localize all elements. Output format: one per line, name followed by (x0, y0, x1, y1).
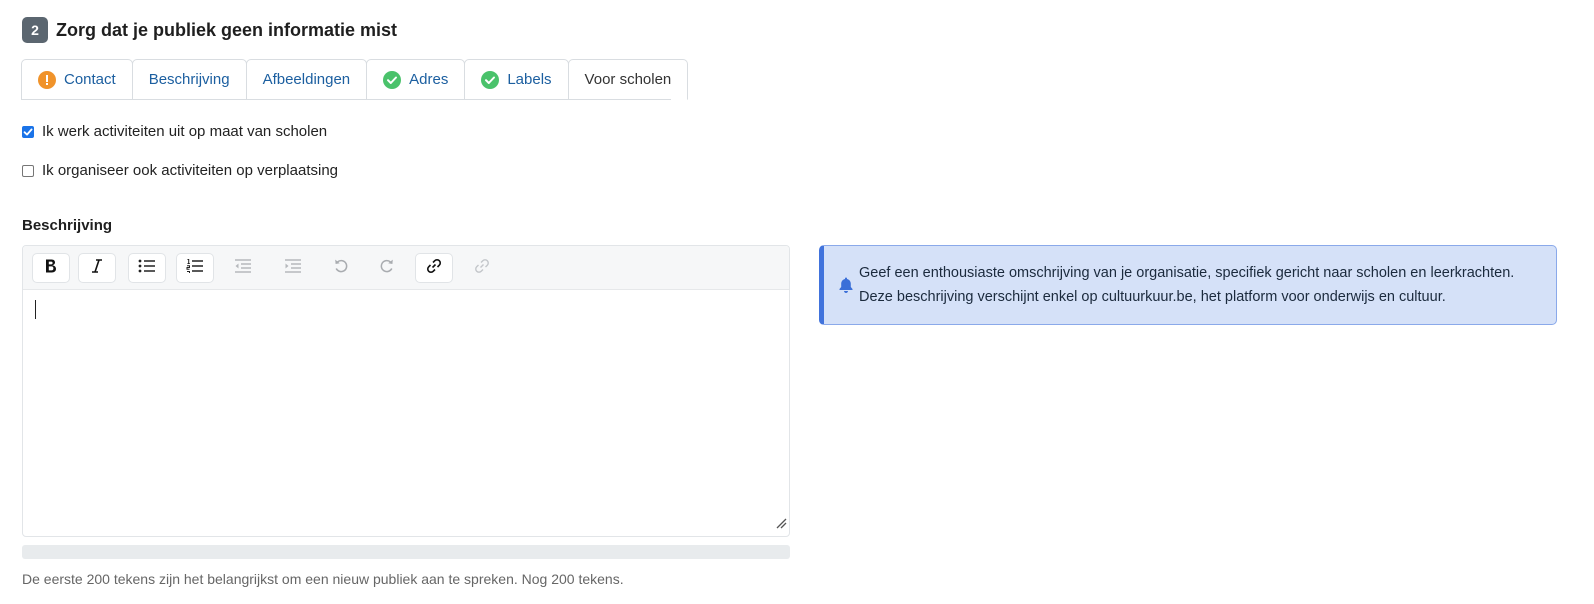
checkbox-verplaatsing-row[interactable]: Ik organiseer ook activiteiten op verpla… (22, 162, 338, 179)
numbered-list-icon (186, 258, 204, 278)
redo-icon (379, 258, 395, 279)
info-text: Geef een enthousiaste omschrijving van j… (859, 261, 1514, 309)
info-line: Geef een enthousiaste omschrijving van j… (859, 265, 1515, 281)
bell-icon (838, 276, 854, 299)
tab-label: Adres (409, 71, 449, 88)
description-label: Beschrijving (22, 217, 113, 234)
info-line: Deze beschrijving verschijnt enkel op cu… (859, 289, 1446, 305)
italic-button[interactable] (78, 253, 116, 283)
tab-bar: Contact Beschrijving Afbeeldingen Adres … (21, 59, 689, 100)
tab-beschrijving[interactable]: Beschrijving (131, 59, 247, 100)
step-header: 2 Zorg dat je publiek geen informatie mi… (22, 17, 397, 43)
bold-icon (44, 258, 58, 279)
tab-contact[interactable]: Contact (21, 59, 133, 100)
outdent-icon (234, 258, 252, 278)
checkbox-verplaatsing[interactable] (22, 164, 34, 177)
tab-label: Labels (507, 71, 552, 88)
tab-voor-scholen[interactable]: Voor scholen (567, 59, 689, 100)
tab-divider (21, 99, 671, 100)
redo-button[interactable] (368, 253, 406, 283)
italic-icon (91, 258, 103, 279)
link-icon (426, 258, 442, 279)
warning-icon (38, 70, 56, 89)
undo-icon (333, 258, 349, 279)
page: 2 Zorg dat je publiek geen informatie mi… (0, 0, 1594, 604)
info-alert: Geef een enthousiaste omschrijving van j… (819, 245, 1557, 325)
unlink-icon (474, 258, 490, 279)
unlink-button[interactable] (463, 253, 501, 283)
tab-afbeeldingen[interactable]: Afbeeldingen (245, 59, 368, 100)
tab-labels[interactable]: Labels (464, 59, 569, 100)
text-caret (35, 300, 36, 319)
bold-button[interactable] (32, 253, 70, 283)
check-circle-icon (383, 70, 402, 89)
numbered-list-button[interactable] (176, 253, 214, 283)
checkbox-scholen-label: Ik werk activiteiten uit op maat van sch… (42, 123, 328, 140)
rich-text-editor (22, 245, 790, 537)
tab-label: Afbeeldingen (262, 71, 351, 88)
outdent-button[interactable] (224, 253, 262, 283)
checkbox-scholen-row[interactable]: Ik werk activiteiten uit op maat van sch… (22, 123, 327, 140)
resize-handle-icon[interactable] (775, 516, 787, 534)
bullet-list-icon (138, 259, 156, 278)
tab-adres[interactable]: Adres (366, 59, 466, 100)
checkbox-verplaatsing-label: Ik organiseer ook activiteiten op verpla… (42, 162, 339, 179)
indent-icon (284, 258, 302, 278)
link-button[interactable] (415, 253, 453, 283)
description-editor-input[interactable] (23, 290, 789, 536)
character-help-text: De eerste 200 tekens zijn het belangrijk… (22, 571, 624, 587)
step-number-badge: 2 (22, 17, 48, 43)
step-title: Zorg dat je publiek geen informatie mist (56, 19, 398, 40)
character-progress-bar (22, 545, 790, 559)
tab-label: Voor scholen (584, 71, 672, 88)
tab-label: Beschrijving (148, 71, 230, 88)
indent-button[interactable] (274, 253, 312, 283)
undo-button[interactable] (322, 253, 360, 283)
bullet-list-button[interactable] (128, 253, 166, 283)
tab-label: Contact (64, 71, 116, 88)
check-circle-icon (481, 70, 500, 89)
checkbox-scholen[interactable] (22, 125, 34, 138)
editor-toolbar (23, 246, 789, 290)
